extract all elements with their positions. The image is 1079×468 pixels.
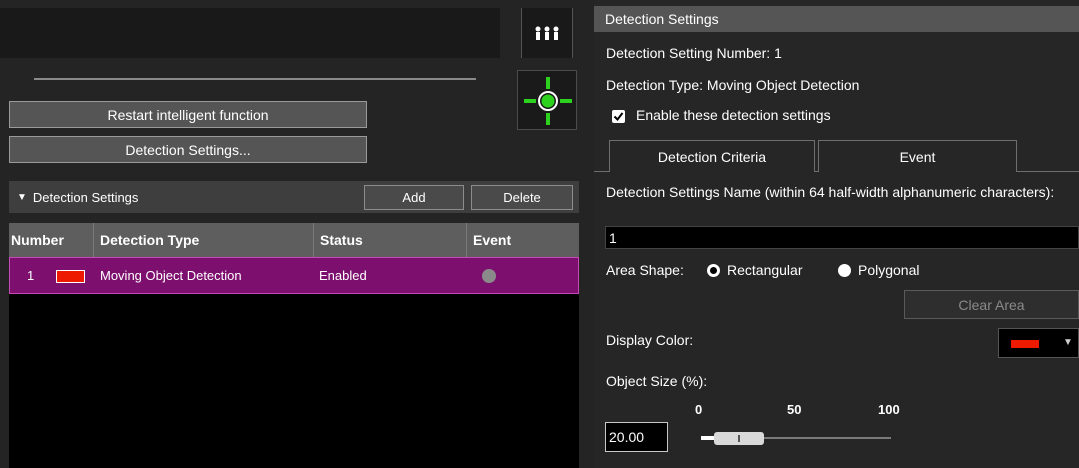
object-size-slider-thumb[interactable] [714,432,764,445]
slider-tick-0: 0 [695,402,703,417]
object-size-input[interactable]: 20.00 [605,422,668,452]
display-color-select[interactable]: ▼ [998,328,1079,358]
separator-line [34,78,476,80]
slider-tick-100: 100 [878,402,900,417]
section-title: Detection Settings [32,190,139,205]
row-color-swatch [56,270,85,283]
table-row[interactable]: 1 Moving Object Detection Enabled [9,257,579,294]
target-button[interactable] [517,70,577,130]
row-detection-type: Moving Object Detection [100,268,242,283]
target-icon [524,77,572,125]
object-size-label: Object Size (%): [606,373,708,389]
table-header: Number Detection Type Status Event [9,223,579,257]
active-tab-gap [610,171,814,172]
check-icon [613,112,624,122]
column-header-status[interactable]: Status [313,223,466,257]
right-panel: Detection Settings Detection Setting Num… [594,0,1079,468]
display-color-label: Display Color: [606,332,694,348]
column-header-number[interactable]: Number [9,223,93,257]
people-icon [535,26,559,40]
tab-detection-criteria[interactable]: Detection Criteria [609,140,815,172]
column-header-detection-type[interactable]: Detection Type [93,223,313,257]
settings-name-input[interactable]: 1 [605,226,1079,249]
delete-button[interactable]: Delete [471,185,573,210]
panel-title: Detection Settings [605,11,719,27]
column-header-event[interactable]: Event [466,223,579,257]
radio-polygonal[interactable] [838,264,851,277]
settings-name-label: Detection Settings Name (within 64 half-… [606,184,1055,200]
triangle-down-icon: ▼ [17,192,27,203]
row-number: 1 [27,268,35,283]
preview-strip [0,8,500,58]
clear-area-button[interactable]: Clear Area [904,290,1079,319]
radio-polygonal-label[interactable]: Polygonal [858,262,920,278]
radio-rectangular[interactable] [707,264,720,277]
add-button[interactable]: Add [364,185,464,210]
area-shape-label: Area Shape: [606,262,684,278]
section-toggle[interactable]: ▼ Detection Settings [17,190,138,205]
caret-down-icon: ▼ [1063,337,1073,348]
enable-checkbox[interactable] [612,110,625,123]
slider-tick-50: 50 [787,402,802,417]
people-tab[interactable] [521,8,573,58]
left-panel: Restart intelligent function Detection S… [0,0,594,468]
display-color-swatch [1011,340,1039,348]
detection-type-label: Detection Type: Moving Object Detection [606,77,860,93]
table-body: 1 Moving Object Detection Enabled [9,257,579,468]
detection-settings-section-bar: ▼ Detection Settings Add Delete [9,181,579,213]
tab-event[interactable]: Event [818,140,1017,172]
enable-checkbox-label[interactable]: Enable these detection settings [636,107,831,123]
panel-title-bar: Detection Settings [594,6,1079,32]
radio-rectangular-label[interactable]: Rectangular [727,262,803,278]
detection-settings-button[interactable]: Detection Settings... [9,136,367,163]
restart-intelligent-function-button[interactable]: Restart intelligent function [9,101,367,128]
row-status: Enabled [319,268,367,283]
detection-setting-number: Detection Setting Number: 1 [606,45,782,61]
event-indicator-icon [482,269,496,283]
